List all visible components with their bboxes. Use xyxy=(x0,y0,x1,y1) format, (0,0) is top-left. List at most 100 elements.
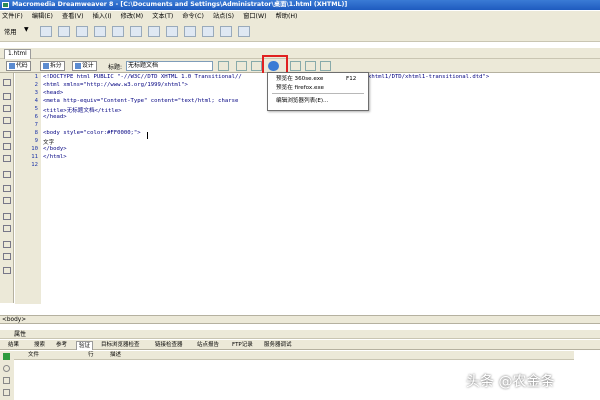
code-line-tail: xhtml1/DTD/xhtml1-transitional.dtd"> xyxy=(368,74,490,80)
select-parent-tag-icon[interactable] xyxy=(3,131,11,138)
menu-file[interactable]: 文件(F) xyxy=(0,11,25,22)
balance-braces-icon[interactable] xyxy=(3,143,11,150)
tag-selector-body[interactable]: <body> xyxy=(2,316,26,324)
save-report-icon[interactable] xyxy=(3,389,10,396)
tab-reference[interactable]: 参考 xyxy=(54,341,69,350)
column-line[interactable]: 行 xyxy=(88,351,94,360)
refresh-icon[interactable] xyxy=(290,61,301,71)
chevron-down-icon[interactable]: ▼ xyxy=(24,26,29,33)
expand-all-icon[interactable] xyxy=(3,117,11,124)
document-tab-bar: 1.html xyxy=(0,48,600,59)
preview-dropdown-menu: 预览在 360se.exe F12 预览在 firefox.exe 编辑浏览器列… xyxy=(267,72,369,111)
more-info-icon[interactable] xyxy=(3,377,10,384)
results-panel-title[interactable]: 结果 xyxy=(6,341,21,350)
preview-shortcut: F12 xyxy=(346,76,357,82)
apply-comment-icon[interactable] xyxy=(3,185,11,192)
tab-validation[interactable]: 验证 xyxy=(76,341,94,350)
server-side-include-icon[interactable] xyxy=(184,26,196,37)
tab-server-debug[interactable]: 服务器调试 xyxy=(262,341,294,350)
head-content-icon[interactable] xyxy=(220,26,232,37)
format-source-code-icon[interactable] xyxy=(3,267,11,274)
line-number: 10 xyxy=(31,146,38,152)
table-icon[interactable] xyxy=(94,26,106,37)
wrap-tag-icon[interactable] xyxy=(3,213,11,220)
code-line: 文字 xyxy=(43,140,55,146)
code-line: </body> xyxy=(43,146,67,152)
menu-edit[interactable]: 编辑(E) xyxy=(30,11,55,22)
menu-text[interactable]: 文本(T) xyxy=(150,11,175,22)
design-view-button[interactable]: 设计 xyxy=(72,61,97,71)
line-number-gutter: 1 2 3 4 5 6 7 8 9 10 11 12 xyxy=(15,73,41,304)
document-toolbar: 代码 拆分 设计 标题: 无标题文档 xyxy=(0,59,600,73)
line-numbers-icon[interactable] xyxy=(3,155,11,162)
stop-icon[interactable] xyxy=(3,365,10,372)
visual-aids-icon[interactable] xyxy=(320,61,331,71)
split-view-button[interactable]: 拆分 xyxy=(40,61,65,71)
validate-markup-icon[interactable] xyxy=(251,61,262,71)
menu-view[interactable]: 查看(V) xyxy=(60,11,85,22)
results-side-toolbar xyxy=(0,351,14,400)
view-options-icon[interactable] xyxy=(305,61,316,71)
column-description[interactable]: 描述 xyxy=(110,351,121,360)
comment-icon[interactable] xyxy=(202,26,214,37)
code-line: <title>无标题文档</title> xyxy=(43,108,122,114)
no-browser-check-errors-icon[interactable] xyxy=(236,61,247,71)
menu-commands[interactable]: 命令(C) xyxy=(180,11,206,22)
menu-site[interactable]: 站点(S) xyxy=(211,11,236,22)
edit-browser-list-item[interactable]: 编辑浏览器列表(E)... xyxy=(268,97,368,106)
line-number: 2 xyxy=(34,82,38,88)
tab-search[interactable]: 搜索 xyxy=(32,341,47,350)
play-validate-icon[interactable] xyxy=(3,353,10,360)
line-number: 1 xyxy=(34,74,38,80)
menu-window[interactable]: 窗口(W) xyxy=(241,11,268,22)
email-link-icon[interactable] xyxy=(58,26,70,37)
script-icon[interactable] xyxy=(238,26,250,37)
hyperlink-icon[interactable] xyxy=(40,26,52,37)
code-line: <meta http-equiv="Content-Type" content=… xyxy=(43,98,239,104)
remove-comment-icon[interactable] xyxy=(3,197,11,204)
menu-help[interactable]: 帮助(H) xyxy=(274,11,300,22)
properties-panel-title: 属性 xyxy=(14,331,27,338)
line-number: 12 xyxy=(31,162,38,168)
tab-target-browser-check[interactable]: 目标浏览器检查 xyxy=(99,341,142,350)
menu-insert[interactable]: 插入(I) xyxy=(91,11,114,22)
code-line: <html xmlns="http://www.w3.org/1999/xhtm… xyxy=(43,82,188,88)
preview-360se-item[interactable]: 预览在 360se.exe F12 xyxy=(268,75,368,84)
document-title-input[interactable]: 无标题文档 xyxy=(126,61,213,71)
recent-snippets-icon[interactable] xyxy=(3,225,11,232)
tab-ftp-log[interactable]: FTP记录 xyxy=(230,341,255,350)
coding-toolbar xyxy=(0,73,14,303)
media-icon[interactable] xyxy=(148,26,160,37)
menu-modify[interactable]: 修改(M) xyxy=(119,11,146,22)
results-column-header: 文件 行 描述 xyxy=(14,351,574,360)
design-view-icon xyxy=(75,63,81,69)
layer-icon[interactable] xyxy=(112,26,124,37)
line-number: 4 xyxy=(34,98,38,104)
tab-link-checker[interactable]: 链接检查器 xyxy=(153,341,185,350)
named-anchor-icon[interactable] xyxy=(76,26,88,37)
code-line: <head> xyxy=(43,90,64,96)
code-line: </head> xyxy=(43,114,67,120)
preview-firefox-item[interactable]: 预览在 firefox.exe xyxy=(268,84,368,93)
insert-category-select[interactable]: 常用 xyxy=(4,27,17,36)
image-icon[interactable] xyxy=(130,26,142,37)
open-documents-icon[interactable] xyxy=(3,79,11,86)
highlight-invalid-code-icon[interactable] xyxy=(3,171,11,178)
column-file[interactable]: 文件 xyxy=(28,351,39,360)
tab-site-reports[interactable]: 站点报告 xyxy=(195,341,221,350)
date-icon[interactable] xyxy=(166,26,178,37)
indent-code-icon[interactable] xyxy=(3,241,11,248)
file-management-icon[interactable] xyxy=(218,61,229,71)
line-number: 11 xyxy=(31,154,38,160)
outdent-code-icon[interactable] xyxy=(3,253,11,260)
properties-panel-header[interactable]: 属性 xyxy=(0,330,600,339)
document-tab[interactable]: 1.html xyxy=(4,49,31,59)
text-cursor xyxy=(147,132,148,139)
watermark: 头条 @农金条 xyxy=(466,374,555,390)
collapse-selection-icon[interactable] xyxy=(3,105,11,112)
collapse-full-tag-icon[interactable] xyxy=(3,93,11,100)
code-line: <!DOCTYPE html PUBLIC "-//W3C//DTD XHTML… xyxy=(43,74,242,80)
insert-bar: 常用 ▼ xyxy=(0,22,600,42)
code-view-button[interactable]: 代码 xyxy=(6,61,31,71)
line-number: 3 xyxy=(34,90,38,96)
